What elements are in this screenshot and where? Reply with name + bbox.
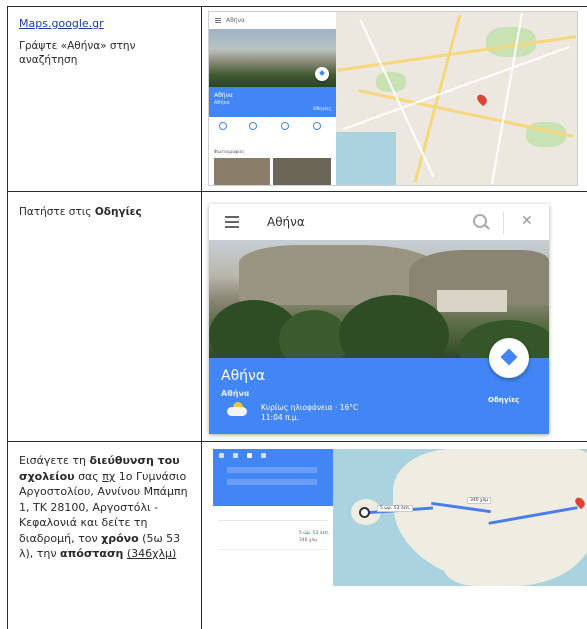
menu-icon[interactable] bbox=[215, 18, 221, 19]
options-row[interactable] bbox=[218, 512, 328, 521]
search-icon[interactable] bbox=[473, 214, 487, 228]
directions-label[interactable]: Οδηγίες bbox=[488, 396, 519, 404]
row1-text: Maps.google.gr Γράψτε «Αθήνα» στην αναζή… bbox=[19, 17, 189, 67]
send-icon[interactable] bbox=[281, 122, 289, 130]
nearby-icon[interactable] bbox=[249, 122, 257, 130]
map-view[interactable] bbox=[336, 12, 577, 185]
route-time-badge: 5 ώρ. 53 λεπ. bbox=[299, 531, 330, 536]
row3-text-part: σας bbox=[74, 469, 103, 483]
screenshot-route: 5 ώρ. 53 λεπ. 346 χλμ 5 ώρ. 53 λεπ. 346 … bbox=[213, 449, 587, 586]
search-box[interactable]: Αθήνα bbox=[212, 15, 332, 30]
document-page: Maps.google.gr Γράψτε «Αθήνα» στην αναζή… bbox=[0, 0, 587, 629]
action-icons-row bbox=[209, 119, 336, 135]
peloponnese bbox=[443, 519, 553, 586]
highway-road bbox=[336, 35, 577, 72]
place-name: Αθήνα bbox=[221, 368, 266, 384]
place-header: Αθήνα Αθήνα Οδηγίες bbox=[209, 87, 336, 117]
bike-icon[interactable] bbox=[261, 453, 266, 458]
screenshot-search-result: Αθήνα Αθήνα Αθήνα Οδηγίες Φωτογραφίες bbox=[208, 11, 578, 186]
highway-road bbox=[413, 14, 462, 183]
row2-instruction-bold: Οδηγίες bbox=[94, 206, 142, 218]
directions-panel: 5 ώρ. 53 λεπ. 346 χλμ bbox=[213, 449, 333, 586]
place-panel: Αθήνα Αθήνα Αθήνα Οδηγίες Φωτογραφίες bbox=[209, 12, 336, 185]
save-icon[interactable] bbox=[219, 122, 227, 130]
directions-label[interactable]: Οδηγίες bbox=[313, 107, 331, 112]
weather-text: Κυρίως ηλιοφάνεια · 16°C bbox=[261, 403, 359, 412]
row2-instruction-prefix: Πατήστε στις bbox=[19, 206, 95, 218]
photos-label: Φωτογραφίες bbox=[214, 150, 245, 155]
search-bar[interactable]: Αθήνα ✕ bbox=[209, 204, 549, 240]
destination-field[interactable] bbox=[227, 479, 317, 485]
row3-text: Εισάγετε τη διεύθυνση του σχολείου σας π… bbox=[19, 453, 193, 562]
route-map[interactable]: 5 ώρ. 53 λεπ. 346 χλμ bbox=[333, 449, 587, 586]
aegean-islands bbox=[543, 484, 573, 498]
weather-time: 11:04 π.μ. bbox=[261, 413, 300, 422]
search-query[interactable]: Αθήνα bbox=[267, 215, 305, 229]
directions-header bbox=[213, 449, 333, 506]
close-icon[interactable]: ✕ bbox=[521, 213, 533, 229]
menu-icon[interactable] bbox=[225, 216, 239, 218]
table-border-top bbox=[7, 6, 587, 7]
table-column-divider bbox=[201, 6, 202, 629]
row3-text-part: απόσταση bbox=[60, 547, 124, 560]
weather-info: Κυρίως ηλιοφάνεια · 16°C 11:04 π.μ. bbox=[261, 403, 358, 423]
place-subtitle: Αθήνα bbox=[221, 389, 250, 398]
screenshot-place-card: Αθήνα ✕ Αθήνα Αθήνα Κυρίως ηλιοφάνεια · … bbox=[209, 204, 549, 434]
route-distance: 346 χλμ bbox=[299, 538, 318, 543]
share-icon[interactable] bbox=[313, 122, 321, 130]
sea-area bbox=[336, 132, 396, 185]
search-text: Αθήνα bbox=[226, 17, 245, 24]
table-row-divider-2 bbox=[7, 441, 587, 442]
photo-building bbox=[437, 290, 507, 312]
row3-text-part: Εισάγετε τη bbox=[19, 454, 90, 467]
route-distance-chip[interactable]: 346 χλμ bbox=[467, 497, 492, 504]
maps-link[interactable]: Maps.google.gr bbox=[19, 17, 189, 31]
car-icon[interactable] bbox=[219, 453, 224, 458]
origin-field[interactable] bbox=[227, 467, 317, 473]
place-name: Αθήνα bbox=[214, 92, 233, 99]
photo-thumb-1[interactable] bbox=[214, 158, 270, 185]
cloud-icon bbox=[227, 407, 247, 416]
transport-mode-icons[interactable] bbox=[219, 453, 309, 459]
row3-text-part: χρόνο bbox=[101, 531, 139, 545]
table-row-divider-1 bbox=[7, 191, 587, 192]
highway-road bbox=[358, 89, 574, 138]
row3-text-part: (346χλμ) bbox=[126, 547, 177, 560]
table-border-left bbox=[7, 6, 8, 629]
row2-text: Πατήστε στις Οδηγίες bbox=[19, 205, 189, 219]
directions-fab-icon[interactable] bbox=[489, 338, 529, 378]
directions-fab-icon[interactable] bbox=[315, 67, 329, 81]
walk-icon[interactable] bbox=[247, 453, 252, 458]
search-divider bbox=[503, 212, 504, 234]
place-subtitle: Αθήνα bbox=[214, 100, 230, 106]
photo-thumb-2[interactable] bbox=[273, 158, 331, 185]
location-pin-icon[interactable] bbox=[475, 92, 489, 107]
row3-text-part: πχ bbox=[102, 469, 116, 483]
route-time-chip[interactable]: 5 ώρ. 53 λεπ. bbox=[377, 505, 414, 512]
origin-marker[interactable] bbox=[359, 507, 370, 518]
row1-instruction: Γράψτε «Αθήνα» στην αναζήτηση bbox=[19, 40, 136, 66]
transit-icon[interactable] bbox=[233, 453, 238, 458]
